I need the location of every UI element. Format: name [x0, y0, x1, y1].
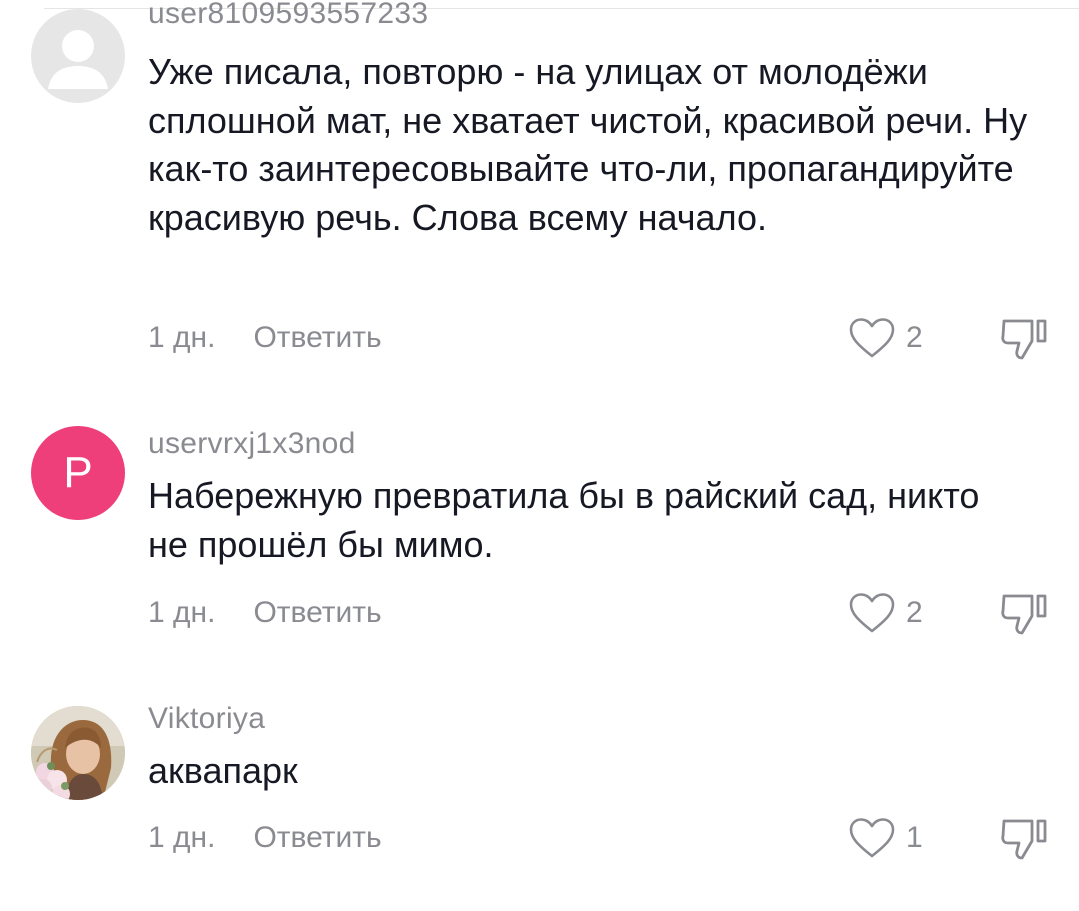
like-count: 1: [906, 821, 923, 854]
reply-button[interactable]: Ответить: [253, 821, 381, 854]
avatar[interactable]: [31, 706, 125, 800]
comment-text: Уже писала, повторю - на улицах от молод…: [148, 51, 1028, 238]
profile-photo-icon: [31, 706, 125, 800]
like-button[interactable]: 2: [848, 592, 923, 634]
heart-outline-icon: [849, 593, 895, 633]
dislike-button[interactable]: [998, 592, 1050, 638]
comment-username[interactable]: Viktoriya: [148, 702, 265, 736]
like-button[interactable]: 2: [848, 317, 923, 359]
comment-time: 1 дн.: [148, 321, 216, 354]
like-button[interactable]: 1: [848, 817, 923, 859]
comment-time: 1 дн.: [148, 596, 216, 629]
thumbs-down-outline-icon: [1001, 594, 1047, 635]
avatar[interactable]: [31, 9, 125, 103]
like-count: 2: [906, 596, 923, 629]
comment-meta: 1 дн. Ответить: [148, 821, 382, 855]
avatar-letter: P: [63, 448, 93, 497]
comment-meta: 1 дн. Ответить: [148, 596, 382, 630]
heart-outline-icon: [849, 318, 895, 358]
reply-button[interactable]: Ответить: [253, 321, 381, 354]
comment-text: Набережную превратила бы в райский сад, …: [148, 475, 980, 565]
heart-outline-icon: [849, 818, 895, 858]
thumbs-down-outline-icon: [1001, 319, 1047, 360]
comment-username[interactable]: user8109593557233: [148, 0, 428, 31]
comment-username[interactable]: uservrxj1x3nod: [148, 427, 356, 461]
reply-button[interactable]: Ответить: [253, 596, 381, 629]
comment-time: 1 дн.: [148, 821, 216, 854]
dislike-button[interactable]: [998, 817, 1050, 863]
comment-meta: 1 дн. Ответить: [148, 321, 382, 355]
like-count: 2: [906, 321, 923, 354]
thumbs-down-outline-icon: [1001, 819, 1047, 860]
dislike-button[interactable]: [998, 317, 1050, 363]
comment-text: аквапарк: [148, 750, 298, 791]
default-avatar-icon: [48, 30, 108, 89]
avatar[interactable]: P: [31, 426, 125, 520]
